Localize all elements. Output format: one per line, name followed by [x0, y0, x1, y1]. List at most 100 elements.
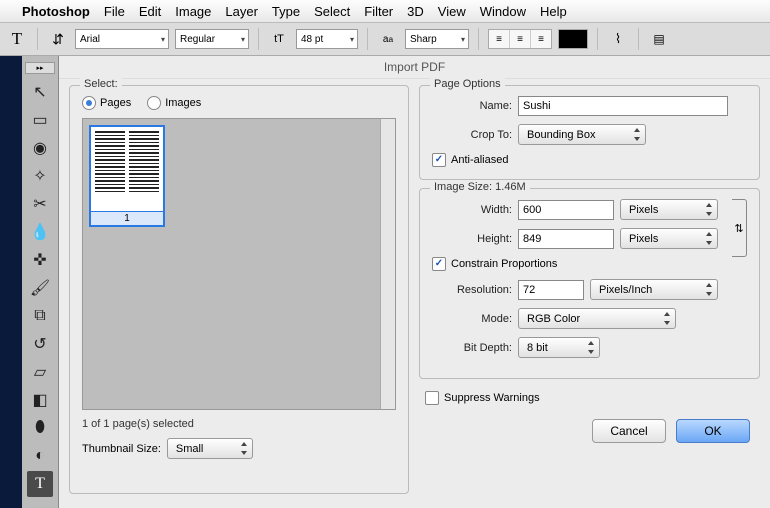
marquee-tool-icon[interactable]: ▭ [27, 107, 53, 133]
bit-depth-value: 8 bit [527, 342, 548, 354]
type-tool-icon[interactable]: T [27, 471, 53, 497]
history-brush-tool-icon[interactable]: ↺ [27, 331, 53, 357]
image-size-legend: Image Size: 1.46M [430, 181, 530, 193]
thumbnail-size-label: Thumbnail Size: [82, 443, 161, 455]
text-orientation-icon[interactable]: ⇵ [47, 28, 69, 50]
width-unit-select[interactable]: Pixels [620, 199, 718, 220]
cancel-button[interactable]: Cancel [592, 419, 666, 443]
page-thumbnail-1[interactable]: 1 [89, 125, 165, 227]
name-input[interactable] [518, 96, 728, 116]
bit-depth-select[interactable]: 8 bit [518, 337, 600, 358]
height-unit-select[interactable]: Pixels [620, 228, 718, 249]
mode-label: Mode: [432, 313, 512, 325]
resolution-label: Resolution: [432, 284, 512, 296]
font-family-select[interactable]: Arial [75, 29, 169, 49]
tools-panel: ▸▸ ↖ ▭ ◉ ✧ ✂ 💧 ✜ 🖌 ⧉ ↺ ▱ ◧ ⬮ ◐ T [22, 56, 59, 508]
align-right-button[interactable]: ≡ [531, 30, 551, 48]
document-edge [0, 56, 22, 508]
menu-view[interactable]: View [438, 4, 466, 19]
width-unit-value: Pixels [629, 204, 658, 216]
lasso-tool-icon[interactable]: ◉ [27, 135, 53, 161]
font-family-value: Arial [80, 34, 100, 45]
font-size-icon: tT [268, 28, 290, 50]
constrain-label: Constrain Proportions [451, 258, 557, 270]
character-panel-icon[interactable]: ▤ [648, 28, 670, 50]
dialog-title: Import PDF [59, 56, 770, 79]
gradient-tool-icon[interactable]: ◧ [27, 387, 53, 413]
text-color-swatch[interactable] [558, 29, 588, 49]
font-size-select[interactable]: 48 pt [296, 29, 358, 49]
suppress-warnings-label: Suppress Warnings [444, 392, 540, 404]
crop-to-select[interactable]: Bounding Box [518, 124, 646, 145]
menu-select[interactable]: Select [314, 4, 350, 19]
eraser-tool-icon[interactable]: ▱ [27, 359, 53, 385]
font-weight-select[interactable]: Regular [175, 29, 249, 49]
app-name[interactable]: Photoshop [22, 4, 90, 19]
tools-collapse-icon[interactable]: ▸▸ [25, 62, 55, 74]
thumbnail-scrollbar[interactable] [380, 119, 395, 409]
eyedropper-tool-icon[interactable]: 💧 [27, 219, 53, 245]
stamp-tool-icon[interactable]: ⧉ [27, 303, 53, 329]
resolution-unit-select[interactable]: Pixels/Inch [590, 279, 718, 300]
name-label: Name: [432, 100, 512, 112]
macos-menubar: Photoshop File Edit Image Layer Type Sel… [0, 0, 770, 23]
type-tool-preset-icon[interactable]: T [6, 28, 28, 50]
anti-aliased-label: Anti-aliased [451, 154, 508, 166]
crop-to-label: Crop To: [432, 129, 512, 141]
ok-button[interactable]: OK [676, 419, 750, 443]
width-label: Width: [432, 204, 512, 216]
link-dimensions-icon[interactable]: ⇅ [732, 199, 747, 257]
width-input[interactable] [518, 200, 614, 220]
menu-help[interactable]: Help [540, 4, 567, 19]
pages-radio[interactable]: Pages [82, 96, 131, 110]
mode-value: RGB Color [527, 313, 580, 325]
menu-type[interactable]: Type [272, 4, 300, 19]
warp-text-icon[interactable]: ⌇ [607, 28, 629, 50]
images-radio[interactable]: Images [147, 96, 201, 110]
page-thumbnail-list[interactable]: 1 [82, 118, 396, 410]
height-unit-value: Pixels [629, 233, 658, 245]
menu-file[interactable]: File [104, 4, 125, 19]
anti-alias-icon: aa [377, 28, 399, 50]
menu-edit[interactable]: Edit [139, 4, 161, 19]
resolution-input[interactable] [518, 280, 584, 300]
resolution-unit-value: Pixels/Inch [599, 284, 652, 296]
menu-image[interactable]: Image [175, 4, 211, 19]
move-tool-icon[interactable]: ↖ [27, 79, 53, 105]
blur-tool-icon[interactable]: ⬮ [27, 415, 53, 441]
page-thumb-label: 1 [91, 211, 163, 225]
anti-aliased-checkbox[interactable]: Anti-aliased [432, 153, 747, 167]
anti-alias-value: Sharp [410, 34, 437, 45]
crop-tool-icon[interactable]: ✂ [27, 191, 53, 217]
suppress-warnings-checkbox[interactable]: Suppress Warnings [425, 391, 760, 405]
selection-status: 1 of 1 page(s) selected [82, 418, 396, 430]
menu-filter[interactable]: Filter [364, 4, 393, 19]
font-size-value: 48 pt [301, 34, 323, 45]
wand-tool-icon[interactable]: ✧ [27, 163, 53, 189]
font-weight-value: Regular [180, 34, 215, 45]
crop-to-value: Bounding Box [527, 129, 596, 141]
menu-window[interactable]: Window [480, 4, 526, 19]
brush-tool-icon[interactable]: 🖌 [27, 275, 53, 301]
select-legend: Select: [80, 78, 122, 90]
main-area: ▸▸ ↖ ▭ ◉ ✧ ✂ 💧 ✜ 🖌 ⧉ ↺ ▱ ◧ ⬮ ◐ T Import … [0, 56, 770, 508]
constrain-checkbox[interactable]: Constrain Proportions [432, 257, 747, 271]
cancel-button-label: Cancel [610, 424, 647, 438]
heal-tool-icon[interactable]: ✜ [27, 247, 53, 273]
height-input[interactable] [518, 229, 614, 249]
dodge-tool-icon[interactable]: ◐ [27, 443, 53, 469]
options-bar: T ⇵ Arial Regular tT 48 pt aa Sharp ≡ ≡ … [0, 23, 770, 56]
height-label: Height: [432, 233, 512, 245]
menu-layer[interactable]: Layer [225, 4, 258, 19]
ok-button-label: OK [704, 424, 721, 438]
images-radio-label: Images [165, 97, 201, 109]
anti-alias-select[interactable]: Sharp [405, 29, 469, 49]
align-left-button[interactable]: ≡ [489, 30, 510, 48]
page-options-legend: Page Options [430, 78, 505, 90]
bit-depth-label: Bit Depth: [432, 342, 512, 354]
text-align-group: ≡ ≡ ≡ [488, 29, 552, 49]
thumbnail-size-select[interactable]: Small [167, 438, 253, 459]
menu-3d[interactable]: 3D [407, 4, 424, 19]
mode-select[interactable]: RGB Color [518, 308, 676, 329]
align-center-button[interactable]: ≡ [510, 30, 531, 48]
